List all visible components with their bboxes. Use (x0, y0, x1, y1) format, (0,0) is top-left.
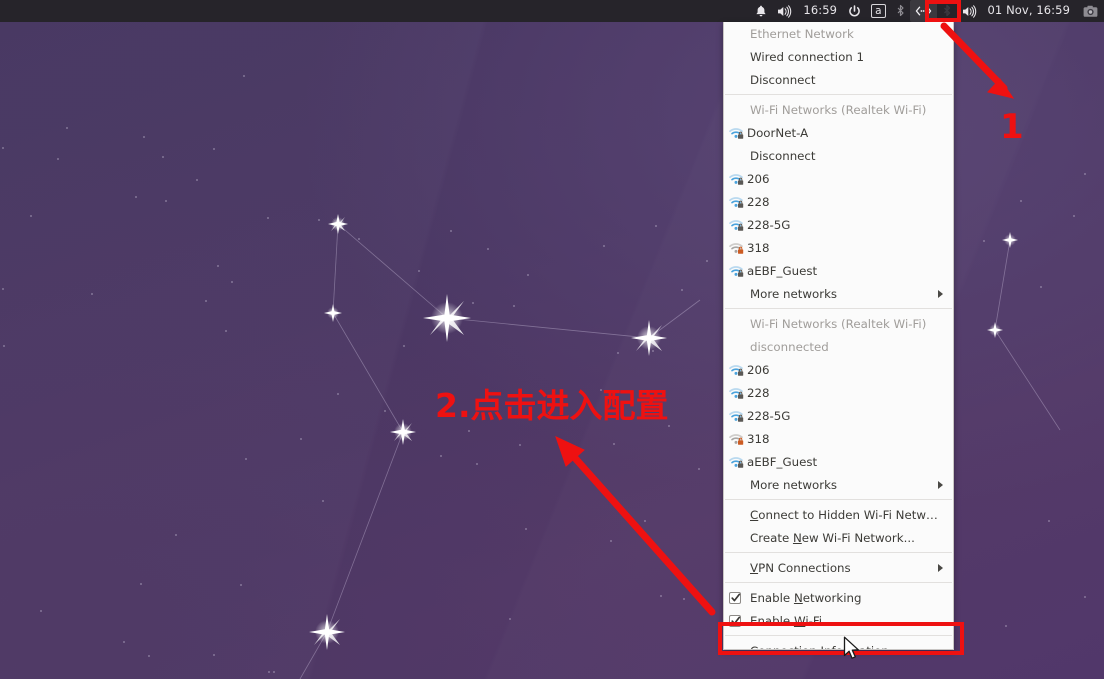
section-wifi-networks-2-label: Wi-Fi Networks (Realtek Wi-Fi) (750, 316, 927, 331)
menu-item-network-doornet-a-label: DoorNet-A (747, 125, 809, 140)
keyboard-layout-indicator[interactable]: a (866, 0, 890, 22)
menu-item-network-aebf-guest-b-label: aEBF_Guest (747, 454, 818, 469)
menu-item-connect-hidden-wifi-label: Connect to Hidden Wi-Fi Network... (750, 507, 943, 522)
status-disconnected: disconnected (724, 335, 953, 358)
menu-item-network-318-b[interactable]: 318 (724, 427, 953, 450)
section-wifi-networks-2: Wi-Fi Networks (Realtek Wi-Fi) (724, 312, 953, 335)
menu-item-network-228-a[interactable]: 228 (724, 190, 953, 213)
wifi-signal-icon (728, 195, 745, 209)
volume-icon-right[interactable] (957, 0, 982, 22)
power-icon[interactable] (843, 0, 866, 22)
menu-item-enable-wifi[interactable]: Enable Wi-Fi (724, 609, 953, 632)
menu-item-connect-hidden-wifi[interactable]: Connect to Hidden Wi-Fi Network... (724, 503, 953, 526)
menu-item-network-318-b-label: 318 (747, 431, 770, 446)
menu-separator-6 (725, 635, 952, 636)
menu-item-vpn-connections-label: VPN Connections (750, 560, 851, 575)
menu-item-more-networks-1-label: More networks (750, 286, 838, 301)
section-wifi-networks-1: Wi-Fi Networks (Realtek Wi-Fi) (724, 98, 953, 121)
menu-item-network-206-a-label: 206 (747, 171, 770, 186)
menu-item-network-228-b[interactable]: 228 (724, 381, 953, 404)
section-wifi-networks-1-label: Wi-Fi Networks (Realtek Wi-Fi) (750, 102, 927, 117)
wifi-signal-icon (728, 409, 745, 423)
menu-item-more-networks-1[interactable]: More networks (724, 282, 953, 305)
menu-separator-5 (725, 582, 952, 583)
annotation-step-1-number: 1 (1000, 107, 1024, 147)
menu-item-wired-connection-1-label: Wired connection 1 (750, 49, 865, 64)
menu-item-network-228-5g-b[interactable]: 228-5G (724, 404, 953, 427)
checkbox-icon[interactable] (729, 614, 741, 627)
menu-item-network-318-a[interactable]: 318 (724, 236, 953, 259)
wifi-signal-icon (728, 126, 745, 140)
wifi-signal-icon (728, 218, 745, 232)
screen: 16:59 a 01 Nov, 16:59 Ethernet Network Wi… (0, 0, 1104, 679)
section-ethernet-network: Ethernet Network (724, 22, 953, 45)
wifi-signal-icon (728, 172, 745, 186)
menu-item-connection-information[interactable]: Connection Information (724, 639, 953, 650)
menu-item-network-doornet-a[interactable]: DoorNet-A (724, 121, 953, 144)
volume-icon-left[interactable] (772, 0, 797, 22)
menu-item-disconnect-wifi-label: Disconnect (750, 148, 816, 163)
menu-separator-2 (725, 308, 952, 309)
menu-item-network-228-b-label: 228 (747, 385, 770, 400)
menu-item-network-228-5g-a[interactable]: 228-5G (724, 213, 953, 236)
menu-item-disconnect-wifi[interactable]: Disconnect (724, 144, 953, 167)
menu-item-network-318-a-label: 318 (747, 240, 770, 255)
mouse-cursor (843, 636, 859, 659)
menu-item-disconnect-wired[interactable]: Disconnect (724, 68, 953, 91)
panel-clock-right[interactable]: 01 Nov, 16:59 (982, 0, 1079, 22)
network-manager-icon[interactable] (909, 0, 937, 22)
wifi-signal-icon (728, 264, 745, 278)
menu-item-enable-wifi-label: Enable Wi-Fi (750, 613, 823, 628)
wifi-signal-icon (728, 241, 745, 255)
menu-item-network-228-5g-b-label: 228-5G (747, 408, 791, 423)
wifi-signal-icon (728, 363, 745, 377)
menu-item-network-206-b[interactable]: 206 (724, 358, 953, 381)
chevron-right-icon (938, 289, 943, 298)
menu-item-network-228-a-label: 228 (747, 194, 770, 209)
menu-item-disconnect-wired-label: Disconnect (750, 72, 816, 87)
menu-separator-1 (725, 94, 952, 95)
screenshot-indicator-icon[interactable] (1078, 0, 1104, 22)
menu-item-vpn-connections[interactable]: VPN Connections (724, 556, 953, 579)
status-disconnected-label: disconnected (750, 339, 829, 354)
menu-item-network-aebf-guest-b[interactable]: aEBF_Guest (724, 450, 953, 473)
wifi-signal-icon (728, 432, 745, 446)
top-panel: 16:59 a 01 Nov, 16:59 (0, 0, 1104, 22)
menu-item-create-new-wifi-label: Create New Wi-Fi Network... (750, 530, 915, 545)
notification-bell-icon[interactable] (750, 0, 772, 22)
menu-item-more-networks-2[interactable]: More networks (724, 473, 953, 496)
network-manager-menu: Ethernet Network Wired connection 1 Discon… (723, 22, 954, 650)
menu-separator-3 (725, 499, 952, 500)
annotation-step-2-text: 2.点击进入配置 (435, 386, 669, 425)
menu-item-network-206-a[interactable]: 206 (724, 167, 953, 190)
menu-item-create-new-wifi[interactable]: Create New Wi-Fi Network... (724, 526, 953, 549)
keyboard-layout-label: a (871, 4, 886, 18)
wifi-signal-icon (728, 455, 745, 469)
menu-item-network-aebf-guest-a-label: aEBF_Guest (747, 263, 818, 278)
section-ethernet-network-label: Ethernet Network (750, 26, 854, 41)
menu-item-enable-networking-label: Enable Networking (750, 590, 862, 605)
checkbox-icon[interactable] (729, 591, 741, 604)
wifi-signal-icon (728, 386, 745, 400)
bluetooth-icon[interactable] (891, 0, 910, 22)
chevron-right-icon (938, 563, 943, 572)
menu-item-network-228-5g-a-label: 228-5G (747, 217, 791, 232)
menu-item-more-networks-2-label: More networks (750, 477, 838, 492)
panel-clock-left[interactable]: 16:59 (797, 0, 843, 22)
menu-item-wired-connection-1[interactable]: Wired connection 1 (724, 45, 953, 68)
menu-item-enable-networking[interactable]: Enable Networking (724, 586, 953, 609)
bluetooth-icon-2[interactable] (937, 0, 957, 22)
menu-separator-4 (725, 552, 952, 553)
menu-item-network-206-b-label: 206 (747, 362, 770, 377)
menu-item-network-aebf-guest-a[interactable]: aEBF_Guest (724, 259, 953, 282)
chevron-right-icon (938, 480, 943, 489)
